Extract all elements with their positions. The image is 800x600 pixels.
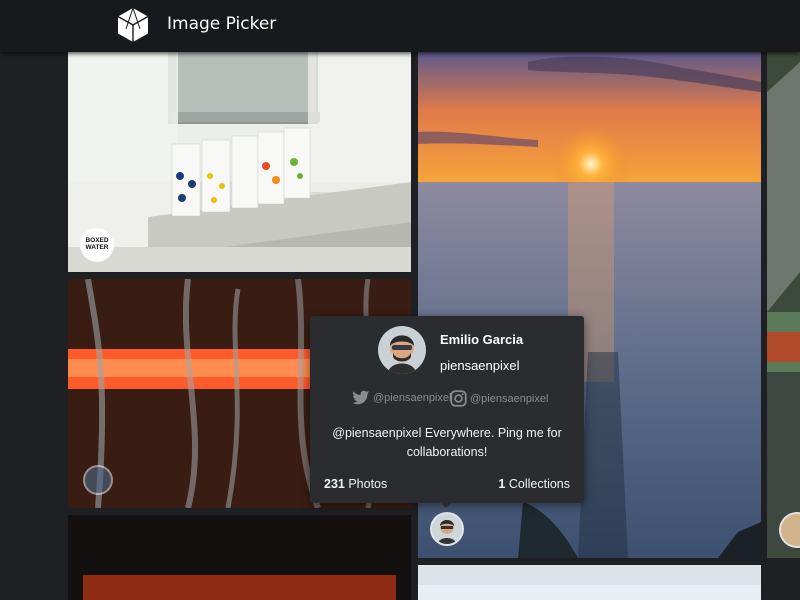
author-avatar-sunset[interactable] (432, 514, 462, 544)
collections-stat[interactable]: 1 Collections (498, 477, 570, 491)
twitter-icon (352, 390, 370, 405)
profile-username[interactable]: piensaenpixel (440, 358, 520, 373)
instagram-icon (450, 390, 467, 407)
photo-tile-dark-bottom[interactable] (68, 515, 411, 600)
collections-count: 1 (498, 477, 506, 491)
photo-tile-sky-bottom[interactable] (418, 565, 761, 600)
author-avatar-drops[interactable] (85, 467, 111, 493)
dark-bottom-image (68, 515, 411, 600)
photos-stat[interactable]: 231 Photos (324, 477, 387, 491)
twitter-link[interactable]: @piensaenpixel (352, 390, 451, 406)
collections-label: Collections (508, 477, 570, 491)
user-profile-popover: Emilio Garcia piensaenpixel @piensaenpix… (310, 316, 584, 503)
brand-avatar-text: BOXED WATER (85, 237, 109, 251)
photo-tile-boxed-water[interactable]: BOXED WATER (68, 52, 411, 272)
profile-avatar-image (378, 326, 426, 374)
hexagon-logo-icon[interactable] (117, 7, 149, 43)
twitter-handle: @piensaenpixel (373, 392, 452, 404)
popover-arrow (440, 502, 452, 508)
photos-label: Photos (348, 477, 388, 491)
instagram-handle: @piensaenpixel (470, 392, 549, 405)
author-avatar-sunset-image (432, 514, 462, 544)
photos-count: 231 (324, 477, 345, 491)
profile-name: Emilio Garcia (440, 332, 524, 347)
app-title: Image Picker (167, 14, 277, 34)
boxed-water-image (68, 52, 411, 272)
top-bar: Image Picker (0, 0, 800, 52)
brand-avatar[interactable]: BOXED WATER (82, 230, 112, 260)
instagram-link[interactable]: @piensaenpixel (450, 390, 548, 407)
profile-avatar[interactable] (378, 326, 426, 374)
profile-bio: @piensaenpixel Everywhere. Ping me for c… (332, 426, 562, 459)
photo-tile-mountain-edge[interactable] (767, 52, 800, 558)
sky-bottom-image (418, 565, 761, 600)
mountain-edge-image (767, 52, 800, 558)
